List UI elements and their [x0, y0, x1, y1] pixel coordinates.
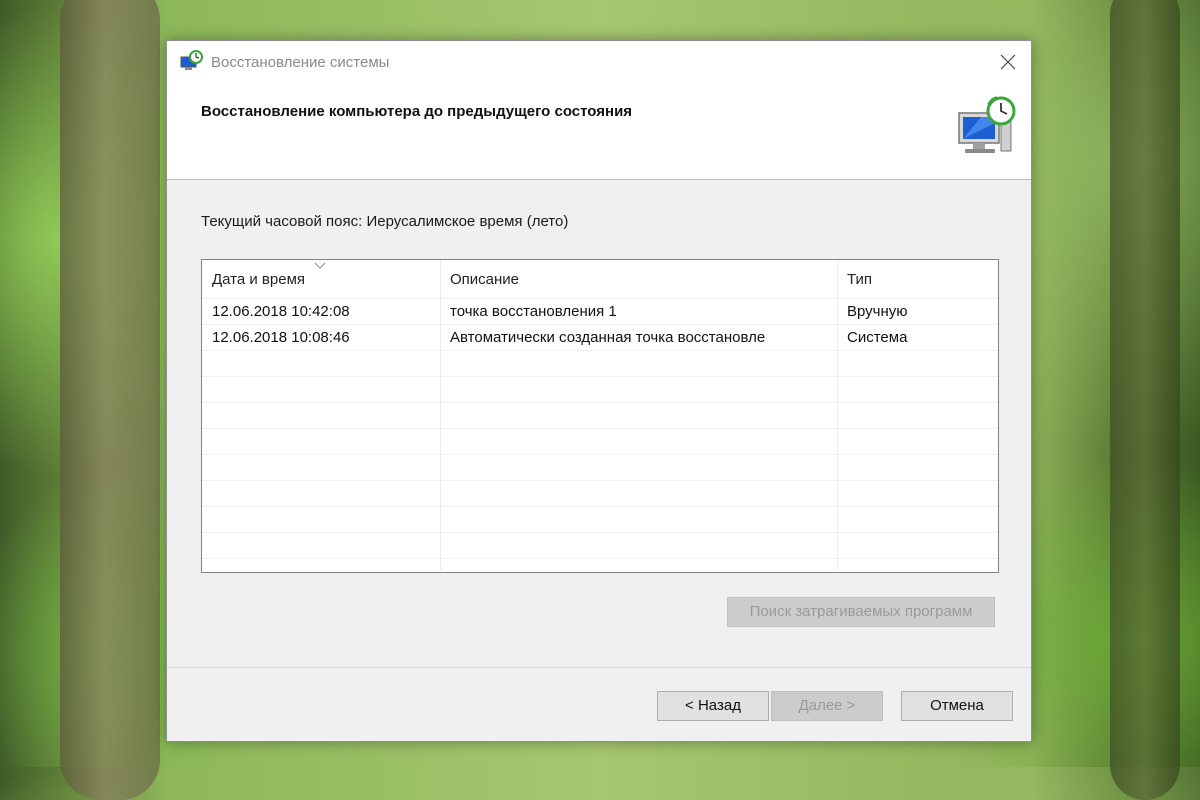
computer-restore-icon	[951, 93, 1021, 159]
scan-affected-programs-button[interactable]: Поиск затрагиваемых программ	[727, 597, 995, 627]
empty-row	[202, 454, 998, 481]
cancel-button[interactable]: Отмена	[901, 691, 1013, 721]
window-title: Восстановление системы	[211, 54, 390, 71]
system-restore-icon	[179, 50, 203, 72]
empty-row	[202, 532, 998, 559]
wizard-header: Восстановление компьютера до предыдущего…	[167, 83, 1031, 180]
system-restore-dialog: Восстановление системы Восстановление ко…	[166, 40, 1032, 742]
table-row[interactable]: 12.06.2018 10:08:46 Автоматически создан…	[202, 324, 998, 351]
title-bar[interactable]: Восстановление системы	[167, 41, 1031, 83]
cell-datetime: 12.06.2018 10:42:08	[212, 303, 350, 320]
close-button[interactable]	[991, 47, 1025, 77]
timezone-label: Текущий часовой пояс: Иерусалимское врем…	[201, 213, 569, 230]
cell-type: Система	[847, 329, 908, 346]
column-header-label: Описание	[450, 271, 520, 288]
cell-description: точка восстановления 1	[450, 303, 617, 320]
empty-row	[202, 428, 998, 455]
column-header-label: Дата и время	[212, 271, 306, 288]
column-header-datetime[interactable]: Дата и время	[202, 260, 440, 298]
column-header-description[interactable]: Описание	[440, 260, 837, 298]
background-tree-trunk	[60, 0, 160, 800]
cell-type: Вручную	[847, 303, 908, 320]
sort-arrow-icon	[314, 262, 326, 269]
back-button[interactable]: < Назад	[657, 691, 769, 721]
cell-description: Автоматически созданная точка восстановл…	[450, 329, 766, 346]
empty-row	[202, 558, 998, 572]
page-title: Восстановление компьютера до предыдущего…	[201, 103, 633, 120]
column-header-type[interactable]: Тип	[837, 260, 998, 298]
next-button[interactable]: Далее >	[771, 691, 883, 721]
list-header: Дата и время Описание Тип	[202, 260, 998, 298]
cell-datetime: 12.06.2018 10:08:46	[212, 329, 350, 346]
background-tree-trunk	[1110, 0, 1180, 800]
restore-points-list[interactable]: Дата и время Описание Тип 12.06.2018 10:…	[201, 259, 999, 573]
table-row[interactable]: 12.06.2018 10:42:08 точка восстановления…	[202, 298, 998, 325]
empty-row	[202, 350, 998, 377]
empty-row	[202, 402, 998, 429]
close-icon	[1000, 54, 1016, 70]
empty-row	[202, 480, 998, 507]
empty-row	[202, 376, 998, 403]
empty-row	[202, 506, 998, 533]
column-header-label: Тип	[847, 271, 873, 288]
footer-divider	[167, 667, 1031, 668]
